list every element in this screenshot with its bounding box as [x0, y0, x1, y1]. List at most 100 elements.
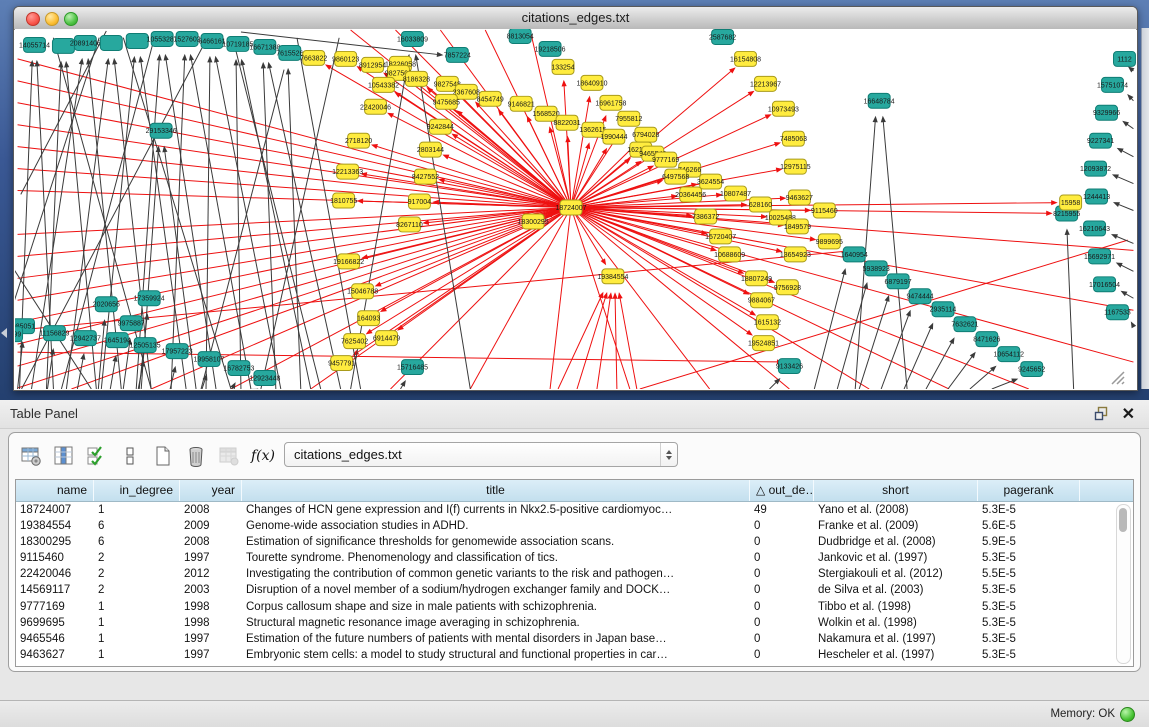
- graph-node-label: 9474444: [906, 294, 933, 301]
- graph-node-label: 15958: [1061, 200, 1081, 207]
- table-cell: Investigating the contribution of common…: [242, 567, 750, 583]
- column-header-year[interactable]: year: [180, 480, 242, 501]
- network-window[interactable]: citations_edges.txt 14055714208914061055…: [13, 6, 1138, 391]
- close-panel-icon[interactable]: ✕: [1122, 404, 1135, 424]
- graph-node-label: 16154808: [730, 56, 761, 63]
- table-cell: 1: [94, 648, 180, 664]
- table-toolbar: f(x): [19, 441, 274, 471]
- table-vertical-scrollbar[interactable]: [1116, 504, 1131, 664]
- table-row[interactable]: 1938455462009Genome-wide association stu…: [16, 518, 1133, 534]
- table-cell: Wolkin et al. (1998): [814, 615, 978, 631]
- table-select-dropdown[interactable]: citations_edges.txt: [284, 442, 678, 467]
- column-header-in_degree[interactable]: in_degree: [94, 480, 180, 501]
- graph-node-label: 18640910: [576, 80, 607, 87]
- graph-node-label: 9227341: [1087, 138, 1114, 145]
- table-cell: 1997: [180, 648, 242, 664]
- graph-node-label: 3624554: [697, 179, 724, 186]
- table-row[interactable]: 969969511998Structural magnetic resonanc…: [16, 615, 1133, 631]
- table-cell: 0: [750, 551, 814, 567]
- graph-node-label: 9329966: [1093, 110, 1120, 117]
- table-cell: 2009: [180, 518, 242, 534]
- function-builder-icon[interactable]: f(x): [250, 444, 274, 468]
- column-header-short[interactable]: short: [814, 480, 978, 501]
- window-titlebar[interactable]: citations_edges.txt: [14, 7, 1137, 30]
- graph-node-label: 6879197: [885, 279, 912, 286]
- graph-node-label: 9899695: [816, 239, 843, 246]
- new-table-icon[interactable]: [151, 444, 175, 468]
- table-cell: 0: [750, 599, 814, 615]
- graph-node-label: 7955812: [615, 116, 642, 123]
- graph-node-label: 917004: [408, 199, 431, 206]
- graph-node-label: 2718120: [345, 138, 372, 145]
- graph-node-label: 10688609: [714, 252, 745, 259]
- table-cell: 2: [94, 583, 180, 599]
- graph-node-label: 12213967: [750, 81, 781, 88]
- column-header-title[interactable]: title: [242, 480, 750, 501]
- show-columns-icon[interactable]: [52, 444, 76, 468]
- graph-node-label: 1568520: [533, 111, 560, 118]
- graph-node-label: 17016504: [1089, 282, 1120, 289]
- import-table-icon: [217, 444, 241, 468]
- graph-node-label: 16782753: [223, 366, 254, 373]
- graph-node-label: 15716485: [397, 365, 428, 372]
- panel-collapse-arrow-icon[interactable]: [1, 328, 7, 338]
- network-canvas[interactable]: 1405571420891406105532871527602646616110…: [15, 29, 1136, 389]
- table-row[interactable]: 1872400712008Changes of HCN gene express…: [16, 502, 1133, 518]
- table-cell: 18724007: [16, 502, 94, 518]
- network-view[interactable]: 1405571420891406105532871527602646616110…: [15, 29, 1136, 389]
- table-cell: 5.3E-5: [978, 648, 1080, 664]
- table-cell: Yano et al. (2008): [814, 502, 978, 518]
- table-cell: 2012: [180, 567, 242, 583]
- graph-node-label: 19384554: [597, 274, 628, 281]
- column-header-name[interactable]: name: [16, 480, 94, 501]
- graph-node-label: 16648784: [864, 98, 895, 105]
- graph-node-label: 10654112: [994, 352, 1025, 359]
- delete-table-icon[interactable]: [184, 444, 208, 468]
- table-cell: Genome-wide association studies in ADHD.: [242, 518, 750, 534]
- column-header-out_de[interactable]: △ out_de…: [750, 480, 814, 501]
- table-cell: 2: [94, 567, 180, 583]
- table-cell: Changes of HCN gene expression and I(f) …: [242, 502, 750, 518]
- float-panel-icon[interactable]: [1094, 406, 1109, 421]
- desktop-right-scroll-strip[interactable]: [1141, 28, 1149, 389]
- table-cell: 0: [750, 567, 814, 583]
- memory-status-label: Memory: OK: [1050, 708, 1115, 720]
- table-cell: Disruption of a novel member of a sodium…: [242, 583, 750, 599]
- graph-node-label: 15720407: [705, 234, 736, 241]
- table-row[interactable]: 1456911722003Disruption of a novel membe…: [16, 583, 1133, 599]
- table-row[interactable]: 2242004622012Investigating the contribut…: [16, 567, 1133, 583]
- column-header-pagerank[interactable]: pagerank: [978, 480, 1080, 501]
- graph-node[interactable]: [126, 33, 148, 48]
- table-row[interactable]: 977716911998Corpus callosum shape and si…: [16, 599, 1133, 615]
- table-row[interactable]: 946362711997Embryonic stem cells: a mode…: [16, 648, 1133, 664]
- graph-node-label: 15692971: [1084, 254, 1115, 261]
- graph-node-label: 8822031: [553, 120, 580, 127]
- graph-node-label: 13654923: [780, 252, 811, 259]
- graph-node-label: 18724007: [556, 205, 587, 212]
- graph-node-label: 17359924: [134, 296, 165, 303]
- table-cell: de Silva et al. (2003): [814, 583, 978, 599]
- table-panel-title: Table Panel: [10, 406, 78, 421]
- canvas-resize-grip[interactable]: [1110, 370, 1126, 386]
- graph-node-label: 6497568: [662, 174, 689, 181]
- select-rows-icon[interactable]: [85, 444, 109, 468]
- table-row[interactable]: 911546021997Tourette syndrome. Phenomeno…: [16, 551, 1133, 567]
- graph-node-label: 8267110: [396, 222, 423, 229]
- graph-node[interactable]: [100, 35, 122, 50]
- graph-node-label: 10807487: [720, 191, 751, 198]
- table-cell: 0: [750, 518, 814, 534]
- table-settings-icon[interactable]: [19, 444, 43, 468]
- table-cell: 6: [94, 518, 180, 534]
- graph-node-label: 2935114: [930, 307, 957, 314]
- table-cell: 5.6E-5: [978, 518, 1080, 534]
- table-row[interactable]: 1830029562008Estimation of significance …: [16, 534, 1133, 550]
- graph-node-label: 19218506: [535, 46, 566, 53]
- table-cell: Dudbridge et al. (2008): [814, 534, 978, 550]
- table-row[interactable]: 946554611997Estimation of the future num…: [16, 632, 1133, 648]
- graph-node-label: 18300295: [518, 219, 549, 226]
- narrow-column-icon[interactable]: [118, 444, 142, 468]
- graph-node-label: 2020656: [93, 302, 120, 309]
- scrollbar-thumb[interactable]: [1119, 508, 1127, 532]
- graph-node-label: 7625402: [341, 339, 368, 346]
- graph-node-label: 8427552: [412, 174, 439, 181]
